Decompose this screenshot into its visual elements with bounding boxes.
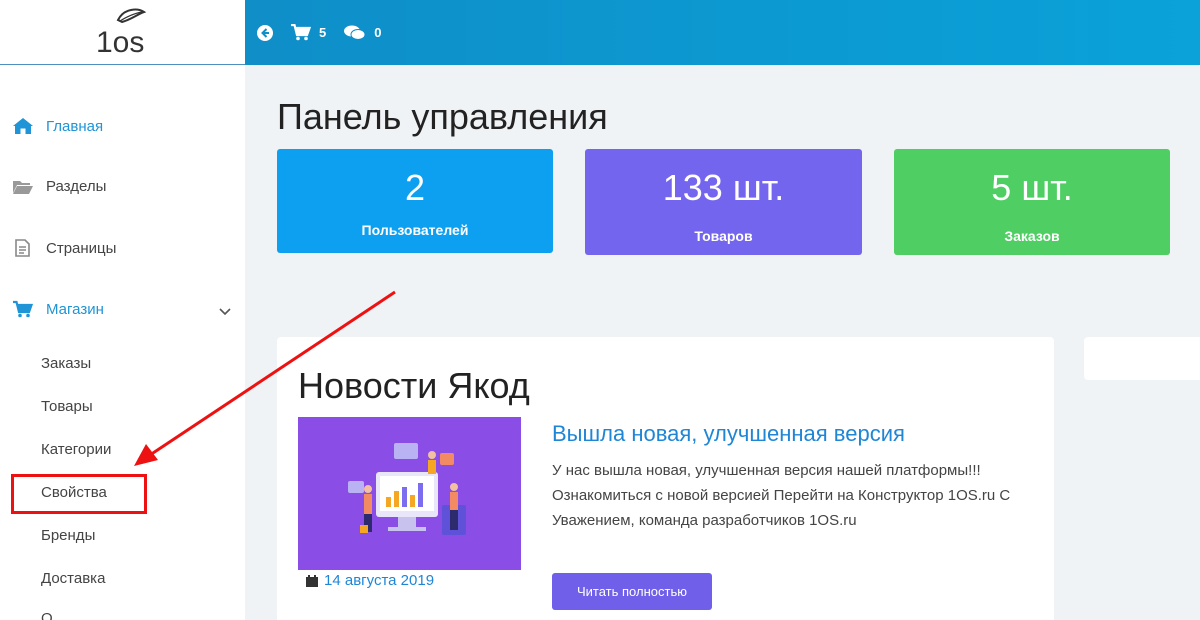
calendar-icon: [306, 574, 318, 587]
sidebar-item-pages[interactable]: Страницы: [12, 239, 116, 257]
sidebar-subitem-products[interactable]: Товары: [41, 398, 93, 415]
home-icon: [13, 118, 33, 134]
cart-count: 5: [319, 25, 327, 40]
back-arrow-icon: [257, 24, 273, 41]
chat-bubbles-icon: [344, 25, 366, 40]
cart-icon: [13, 300, 34, 318]
news-text: У нас вышла новая, улучшенная версия наш…: [552, 462, 1011, 529]
logo-text: 1os: [96, 26, 144, 58]
cart-button[interactable]: 5: [291, 24, 326, 41]
news-headline-link[interactable]: Вышла новая, улучшенная версия: [552, 421, 905, 447]
stat-value: 5 шт.: [991, 167, 1073, 208]
read-more-button[interactable]: Читать полностью: [552, 573, 712, 610]
messages-count: 0: [374, 25, 382, 40]
cart-icon: [291, 24, 311, 41]
sidebar-subitem-brands[interactable]: Бренды: [41, 527, 95, 544]
folder-open-icon: [13, 180, 33, 194]
sidebar-item-home[interactable]: Главная: [12, 117, 103, 135]
sidebar-item-label: Страницы: [46, 239, 117, 257]
sidebar-subitem-orders[interactable]: Заказы: [41, 355, 91, 372]
sidebar-item-sections[interactable]: Разделы: [12, 178, 106, 195]
topbar: 5 0: [245, 0, 1200, 65]
logo[interactable]: 1os: [0, 0, 245, 65]
chevron-down-icon[interactable]: [219, 308, 231, 316]
page-title: Панель управления: [277, 96, 608, 137]
back-button[interactable]: [257, 24, 273, 41]
side-card: [1084, 337, 1200, 380]
sidebar-item-label: Разделы: [46, 178, 107, 195]
stat-card-products[interactable]: 133 шт. Товаров: [585, 149, 862, 255]
sidebar-item-label: Главная: [46, 117, 104, 135]
stat-label: Пользователей: [361, 222, 469, 238]
stat-label: Заказов: [1004, 228, 1060, 244]
news-section-title: Новости Якод: [298, 365, 530, 406]
news-date: 14 августа 2019: [305, 572, 434, 589]
sidebar-subitem-partial[interactable]: О: [41, 610, 53, 620]
news-image[interactable]: [298, 417, 521, 570]
page-icon: [15, 239, 30, 257]
sidebar-item-label: Магазин: [46, 300, 104, 318]
stat-card-orders[interactable]: 5 шт. Заказов: [894, 149, 1170, 255]
sidebar-subitem-delivery[interactable]: Доставка: [41, 570, 105, 587]
news-date-text: 14 августа 2019: [324, 572, 435, 589]
sidebar: [0, 65, 245, 620]
sidebar-subitem-categories[interactable]: Категории: [41, 441, 111, 458]
stat-value: 2: [404, 167, 426, 208]
stat-value: 133 шт.: [662, 167, 785, 208]
news-illustration: [298, 417, 521, 570]
stat-label: Товаров: [694, 228, 753, 244]
stat-card-users[interactable]: 2 Пользователей: [277, 149, 553, 253]
annotation-highlight-box: [11, 474, 147, 514]
sidebar-item-shop[interactable]: Магазин: [12, 300, 104, 318]
logo-leaf-icon: 1os: [96, 8, 146, 58]
messages-button[interactable]: 0: [344, 25, 381, 41]
